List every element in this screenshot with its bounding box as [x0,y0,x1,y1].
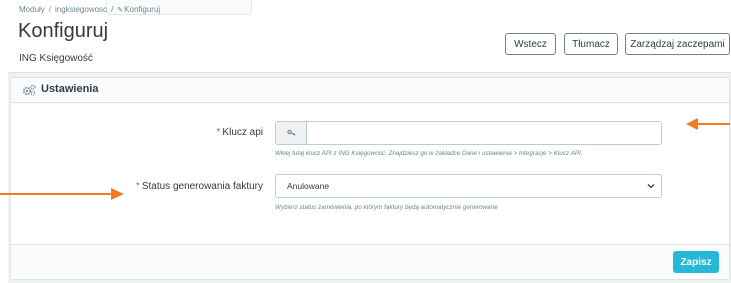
back-button[interactable]: Wstecz [505,33,556,55]
settings-card-footer: Zapisz [11,244,729,279]
breadcrumb-item-configure: Konfiguruj [124,5,161,14]
api-key-label-text: Klucz api [222,127,263,138]
breadcrumb-item-modules[interactable]: Moduły [19,5,45,14]
key-icon [286,129,295,136]
api-key-label: * Klucz api [217,127,263,138]
api-key-help: Wklej tutaj klucz API z ING Księgowość. … [275,150,583,157]
invoice-status-label-text: Status generowania faktury [141,181,263,192]
api-key-input[interactable] [307,122,661,144]
manage-hooks-button[interactable]: Zarządzaj zaczepami [625,33,730,55]
breadcrumb-separator: / [48,5,52,14]
required-marker: * [135,181,140,192]
settings-card: Ustawienia * Klucz api Wklej tutaj klucz … [10,77,730,280]
breadcrumb-item-module[interactable]: ingksiegowosc [55,5,107,14]
page-subtitle: ING Księgowość [19,53,93,64]
api-key-addon [276,122,307,144]
chevron-down-icon [647,184,655,189]
translate-button[interactable]: Tłumacz [564,33,618,55]
wrench-icon: ✎ [117,7,124,14]
annotation-arrow-right-icon [0,188,124,200]
settings-title: Ustawienia [41,83,99,95]
page-title: Konfiguruj [18,20,109,42]
invoice-status-select[interactable]: Anulowane [275,174,662,198]
settings-card-header: Ustawienia [11,78,729,103]
breadcrumb: Moduły / ingksiegowosc / ✎Konfiguruj [19,5,160,14]
breadcrumb-separator: / [111,5,114,14]
page-header: Moduły / ingksiegowosc / ✎Konfiguruj Konfigu… [8,0,731,73]
save-button[interactable]: Zapisz [673,251,719,273]
invoice-status-value: Anulowane [287,181,330,191]
required-marker: * [216,127,221,138]
invoice-status-help: Wybierz status zamówienia, po którym fak… [275,204,498,211]
cogs-icon [22,84,36,96]
api-key-input-group [275,121,662,145]
annotation-arrow-left-icon [686,118,730,130]
invoice-status-label: * Status generowania faktury [136,181,263,192]
